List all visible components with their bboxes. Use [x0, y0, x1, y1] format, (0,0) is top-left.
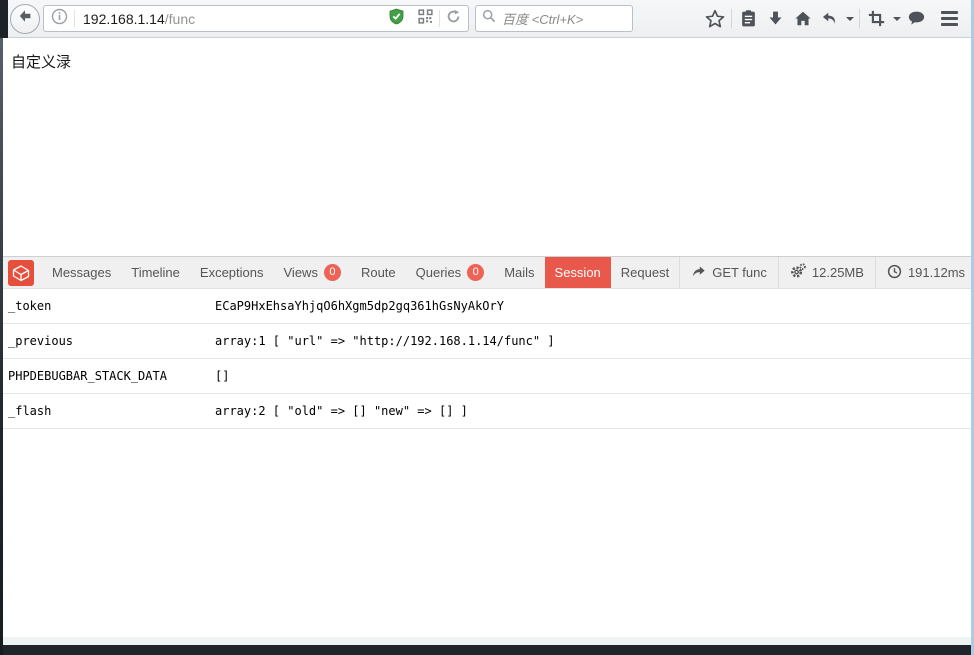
tab-label: Mails: [504, 265, 534, 280]
status-route-label: GET func: [712, 265, 767, 280]
search-placeholder: 百度 <Ctrl+K>: [502, 9, 583, 28]
status-time-label: 191.12ms: [908, 265, 965, 280]
toolbar-buttons: [701, 6, 963, 32]
tab-label: Views: [284, 265, 318, 280]
tab-label: Messages: [52, 265, 111, 280]
session-value: array:1 [ "url" => "http://192.168.1.14/…: [215, 334, 555, 348]
url-path: /func: [165, 11, 195, 27]
debugbar-tab-messages[interactable]: Messages: [42, 257, 121, 288]
window-statusbar-strip: [3, 637, 971, 645]
redirect-icon: [691, 264, 706, 282]
tab-label: Queries: [416, 265, 462, 280]
page-content: 自定义渌: [3, 38, 971, 256]
url-host: 192.168.1.14: [83, 11, 165, 27]
php-debugbar: Messages Timeline Exceptions Views 0 Rout…: [3, 256, 971, 637]
session-row-stack-data: PHPDEBUGBAR_STACK_DATA []: [3, 359, 971, 394]
chat-bubble-icon[interactable]: [903, 6, 930, 32]
session-key: PHPDEBUGBAR_STACK_DATA: [3, 369, 215, 383]
tab-label: Timeline: [131, 265, 180, 280]
toolbar-divider-2: [859, 9, 860, 28]
debugbar-tab-mails[interactable]: Mails: [494, 257, 544, 288]
tab-label: Session: [555, 265, 601, 280]
urlbar-divider-2: [411, 10, 412, 27]
session-value: []: [215, 369, 229, 383]
hamburger-bars: [941, 11, 958, 26]
search-icon: [482, 9, 496, 28]
reload-icon[interactable]: [446, 9, 461, 29]
search-bar[interactable]: 百度 <Ctrl+K>: [475, 5, 633, 32]
urlbar-divider: [74, 10, 75, 27]
tab-label: Request: [621, 265, 669, 280]
browser-toolbar: 192.168.1.14/func 百度 <Ctrl+K>: [8, 0, 971, 38]
status-time: 191.12ms: [875, 257, 974, 288]
session-value: array:2 [ "old" => [] "new" => [] ]: [215, 404, 468, 418]
memory-cogs-icon: [790, 263, 806, 282]
page-body-text: 自定义渌: [3, 38, 971, 72]
views-count-badge: 0: [324, 264, 341, 281]
debugbar-header: Messages Timeline Exceptions Views 0 Rout…: [3, 256, 971, 289]
window-edge-left: [0, 38, 3, 655]
tab-label: Exceptions: [200, 265, 264, 280]
screenshot-crop-icon[interactable]: [863, 6, 890, 32]
debugbar-tab-queries[interactable]: Queries 0: [406, 257, 495, 288]
window-edge-bottom: [0, 645, 974, 655]
laravel-logo-icon[interactable]: [8, 260, 34, 286]
url-bar[interactable]: 192.168.1.14/func: [43, 5, 469, 32]
queries-count-badge: 0: [467, 264, 484, 281]
bookmark-star-icon[interactable]: [701, 6, 728, 32]
downloads-icon[interactable]: [762, 6, 789, 32]
chevron-down-icon: [846, 17, 854, 21]
debugbar-tab-exceptions[interactable]: Exceptions: [190, 257, 274, 288]
status-memory: 12.25MB: [778, 257, 875, 288]
toolbar-divider: [731, 9, 732, 28]
qr-code-extension-icon[interactable]: [418, 9, 433, 29]
status-memory-label: 12.25MB: [812, 265, 864, 280]
debugbar-tab-request[interactable]: Request: [611, 257, 679, 288]
bookmarks-menu-icon[interactable]: [735, 6, 762, 32]
site-info-icon[interactable]: [51, 8, 68, 30]
status-route: GET func: [679, 257, 778, 288]
session-row-previous: _previous array:1 [ "url" => "http://192…: [3, 324, 971, 359]
debugbar-tab-views[interactable]: Views 0: [274, 257, 351, 288]
debugbar-tab-session[interactable]: Session: [545, 257, 611, 288]
chevron-down-icon: [893, 17, 901, 21]
session-row-flash: _flash array:2 [ "old" => [] "new" => []…: [3, 394, 971, 429]
session-value: ECaP9HxEhsaYhjqO6hXgm5dp2gq361hGsNyAkOrY: [215, 299, 504, 313]
session-panel: _token ECaP9HxEhsaYhjqO6hXgm5dp2gq361hGs…: [3, 289, 971, 429]
debugbar-tab-timeline[interactable]: Timeline: [121, 257, 190, 288]
urlbar-divider-3: [439, 10, 440, 27]
back-arrow-icon: [17, 8, 33, 29]
debugbar-tab-route[interactable]: Route: [351, 257, 406, 288]
shield-extension-icon[interactable]: [388, 8, 405, 30]
session-key: _previous: [3, 334, 215, 348]
history-dropdown-caret[interactable]: [843, 6, 856, 32]
back-button[interactable]: [10, 4, 40, 34]
time-clock-icon: [887, 264, 902, 282]
session-key: _flash: [3, 404, 215, 418]
window-edge-left-top: [0, 0, 8, 38]
session-row-token: _token ECaP9HxEhsaYhjqO6hXgm5dp2gq361hGs…: [3, 289, 971, 324]
tab-label: Route: [361, 265, 396, 280]
history-undo-icon[interactable]: [816, 6, 843, 32]
home-icon[interactable]: [789, 6, 816, 32]
session-key: _token: [3, 299, 215, 313]
screenshot-dropdown-caret[interactable]: [890, 6, 903, 32]
menu-hamburger-icon[interactable]: [936, 6, 963, 32]
